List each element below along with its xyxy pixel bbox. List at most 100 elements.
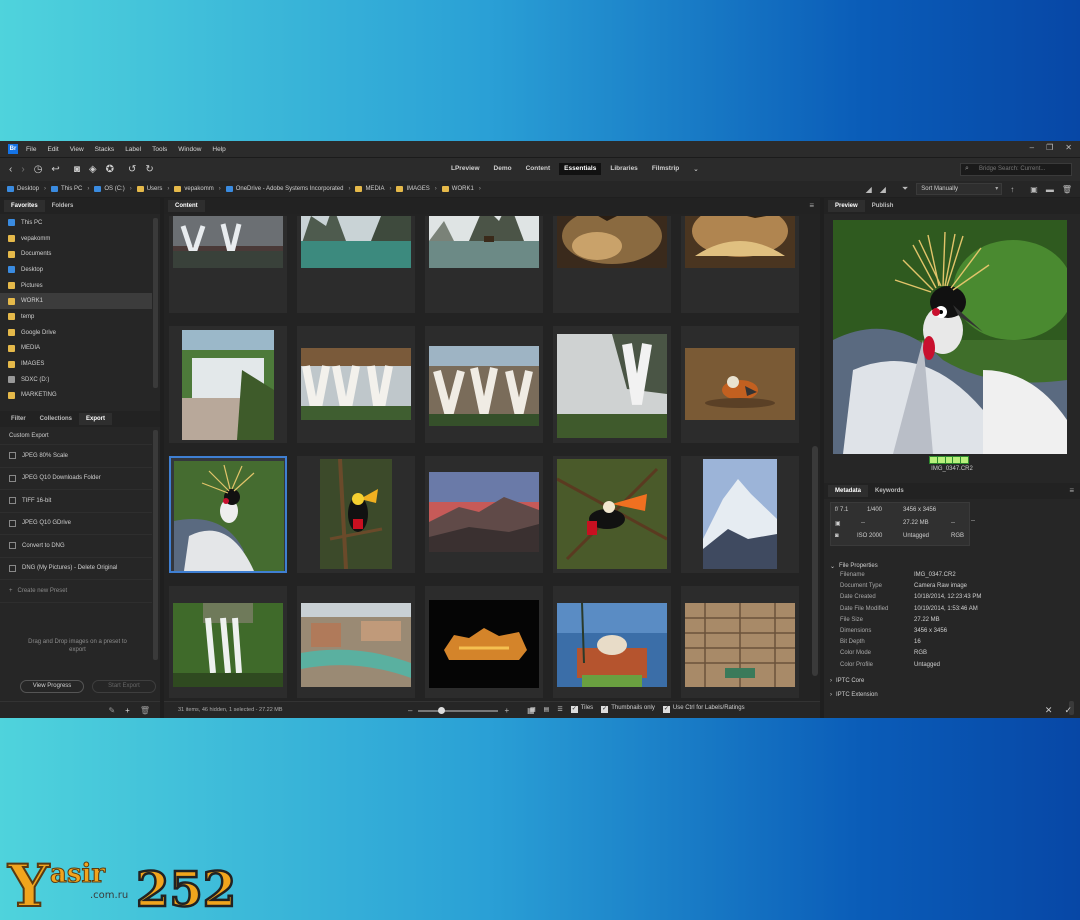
sort-dropdown[interactable]: Sort Manually	[916, 183, 1003, 195]
favorite-item[interactable]: Pictures	[0, 278, 152, 294]
crumb-media[interactable]: MEDIA ›	[355, 186, 396, 192]
favorite-item[interactable]: MARKETING	[0, 388, 152, 404]
export-scrollbar[interactable]	[153, 430, 158, 660]
favorite-item[interactable]: This PC	[0, 215, 152, 231]
crumb-images[interactable]: IMAGES ›	[396, 186, 441, 192]
workspace-content[interactable]: Content	[521, 163, 556, 175]
favorites-scrollbar[interactable]	[153, 218, 158, 388]
crumb-vepakomm[interactable]: vepakomm ›	[174, 186, 225, 192]
forward-icon[interactable]: ›	[21, 164, 24, 175]
tab-collections[interactable]: Collections	[33, 413, 79, 425]
ctrl-labels-checkbox[interactable]: ✓ Use Ctrl for Labels/Ratings	[662, 705, 745, 713]
thumbnail-cell[interactable]	[553, 326, 671, 443]
favorite-item[interactable]: temp	[0, 309, 152, 325]
thumbnail-cell[interactable]	[297, 216, 415, 313]
refine-icon[interactable]: ◈	[89, 164, 97, 175]
filter-icon[interactable]: ⏷	[902, 184, 908, 194]
export-preset[interactable]: JPEG Q10 Downloads Folder	[0, 468, 152, 490]
thumbnail-cell[interactable]	[425, 326, 543, 443]
thumbnail-cell[interactable]	[169, 216, 287, 313]
slider-knob[interactable]	[438, 706, 446, 714]
tab-keywords[interactable]: Keywords	[868, 485, 911, 497]
iptc-core-header[interactable]: › IPTC Core	[824, 675, 1080, 687]
iptc-extension-header[interactable]: › IPTC Extension	[824, 689, 1080, 701]
close-window-icon[interactable]: ✕	[1065, 143, 1072, 152]
thumbnail-cell[interactable]	[681, 586, 799, 698]
crumb-work1[interactable]: WORK1 ›	[441, 186, 486, 192]
thumbnail-size-slider[interactable]	[418, 706, 499, 714]
menu-help[interactable]: Help	[212, 146, 225, 153]
delete-icon[interactable]: 🗑	[140, 706, 150, 715]
create-preset-button[interactable]: + Create new Preset	[0, 580, 152, 603]
tab-folders[interactable]: Folders	[45, 200, 81, 212]
thumbnails-only-checkbox[interactable]: ✓ Thumbnails only	[601, 705, 655, 713]
thumbnail-cell[interactable]	[553, 456, 671, 573]
export-preset[interactable]: JPEG Q10 GDrive	[0, 513, 152, 535]
thumbnail-cell[interactable]	[425, 456, 543, 573]
panel-menu-icon[interactable]: ≡	[1069, 486, 1074, 495]
menu-view[interactable]: View	[70, 146, 84, 153]
tab-favorites[interactable]: Favorites	[4, 200, 45, 212]
recent-icon[interactable]: ◷	[34, 164, 43, 175]
rotate-right-icon[interactable]: ↻	[145, 164, 153, 175]
preview-image[interactable]	[833, 220, 1067, 454]
favorite-item[interactable]: WORK1	[0, 293, 152, 310]
thumbnail-cell[interactable]	[297, 456, 415, 573]
panel-menu-icon[interactable]: ≡	[809, 201, 814, 210]
crumb-this-pc[interactable]: This PC ›	[51, 186, 94, 192]
menu-stacks[interactable]: Stacks	[95, 146, 115, 153]
return-icon[interactable]: ↩	[51, 164, 59, 175]
tiles-checkbox[interactable]: ✓ Tiles	[570, 705, 593, 713]
favorite-item[interactable]: vepakomm	[0, 231, 152, 247]
tab-preview[interactable]: Preview	[828, 200, 865, 212]
apply-icon[interactable]: ✓	[1064, 705, 1072, 716]
tab-metadata[interactable]: Metadata	[828, 485, 869, 497]
rating-filter-icon[interactable]: ◢	[880, 185, 886, 194]
minimize-icon[interactable]: –	[1030, 143, 1034, 152]
menu-tools[interactable]: Tools	[152, 146, 167, 153]
workspace-demo[interactable]: Demo	[489, 163, 517, 175]
tab-content[interactable]: Content	[168, 200, 205, 212]
export-preset[interactable]: DNG (My Pictures) - Delete Original	[0, 558, 152, 580]
menu-label[interactable]: Label	[125, 146, 141, 153]
thumbnail-cell[interactable]	[681, 456, 799, 573]
rating-stars[interactable]	[929, 456, 969, 464]
menu-edit[interactable]: Edit	[47, 146, 58, 153]
crumb-os-c[interactable]: OS (C:) ›	[94, 186, 136, 192]
content-scrollbar[interactable]	[812, 446, 818, 676]
view-details-icon[interactable]: ▤	[544, 706, 550, 713]
zoom-out-icon[interactable]: –	[408, 706, 412, 715]
search-input[interactable]: ⌕ Bridge Search: Current...	[960, 163, 1072, 176]
start-export-button[interactable]: Start Export	[92, 680, 156, 693]
export-preset[interactable]: JPEG 80% Scale	[0, 445, 152, 468]
favorite-item[interactable]: MEDIA	[0, 341, 152, 357]
view-progress-button[interactable]: View Progress	[20, 680, 84, 693]
workspace-essentials[interactable]: Essentials	[559, 163, 602, 175]
crumb-desktop[interactable]: Desktop ›	[7, 186, 51, 192]
thumbnail-cell[interactable]	[169, 456, 287, 573]
rotate-left-icon[interactable]: ↺	[128, 164, 136, 175]
thumbnail-cell[interactable]	[297, 586, 415, 698]
workspace-filmstrip[interactable]: Filmstrip	[647, 163, 684, 175]
star-filter-icon[interactable]: ◢	[866, 185, 872, 194]
camera-import-icon[interactable]: ◙	[74, 164, 80, 175]
menu-file[interactable]: File	[26, 146, 36, 153]
thumbnail-cell[interactable]	[681, 326, 799, 443]
trash-icon[interactable]: 🗑	[1062, 185, 1072, 194]
tab-export[interactable]: Export	[79, 413, 113, 425]
thumbnail-cell[interactable]	[553, 216, 671, 313]
thumbnail-cell[interactable]	[169, 586, 287, 698]
thumbnail-cell[interactable]	[553, 586, 671, 698]
add-icon[interactable]: +	[125, 706, 130, 715]
crumb-onedrive[interactable]: OneDrive - Adobe Systems Incorporated ›	[225, 186, 356, 192]
favorite-item[interactable]: Desktop	[0, 262, 152, 278]
crumb-users[interactable]: Users ›	[136, 186, 175, 192]
back-icon[interactable]: ‹	[9, 164, 12, 175]
export-preset[interactable]: Convert to DNG	[0, 535, 152, 558]
cancel-icon[interactable]: ✕	[1045, 705, 1053, 716]
view-thumbnails-icon[interactable]: ▦	[530, 706, 536, 713]
workspace-lpreview[interactable]: LPreview	[446, 163, 485, 175]
zoom-in-icon[interactable]: +	[504, 706, 509, 715]
workspace-libraries[interactable]: Libraries	[605, 163, 642, 175]
workspace-more-chevron-icon[interactable]: ⌄	[688, 163, 703, 175]
